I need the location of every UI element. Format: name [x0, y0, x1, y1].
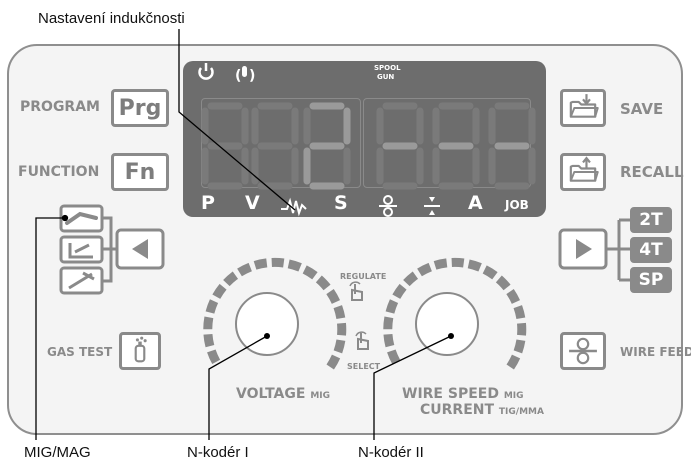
current-label: CURRENT TIG/MMA: [420, 402, 544, 418]
digit-4-dash: [380, 106, 420, 186]
current-text: CURRENT: [420, 402, 495, 418]
inductance-icon: [281, 197, 307, 217]
wire-speed-text: WIRE SPEED: [402, 386, 499, 402]
torch-mode-group: [59, 204, 117, 295]
select-hand-icon: [355, 331, 369, 350]
wire-speed-mode-text: MIG: [503, 391, 524, 401]
regulate-hand-icon: [349, 281, 363, 301]
voltage-label: VOLTAGE MIG: [236, 386, 330, 402]
digit-1-unlit: [205, 106, 245, 186]
regulate-label: REGULATE: [340, 272, 387, 281]
svg-text:(: (: [235, 68, 241, 84]
digit-2-unlit: [255, 106, 295, 186]
power-icon: [198, 63, 214, 80]
wire-feed-indicator-icon: [379, 195, 397, 217]
panel-graphics: ( ): [35, 29, 630, 440]
current-mode-text: TIG/MMA: [498, 407, 544, 417]
arrow-right-button[interactable]: [558, 228, 608, 270]
voltage-text: VOLTAGE: [236, 386, 306, 402]
thermal-icon: ( ): [235, 66, 255, 84]
leader-lines: [35, 29, 452, 440]
arrow-left-button[interactable]: [115, 228, 165, 270]
digit-3-value-2: [303, 102, 351, 190]
digit-6-dash: [492, 106, 532, 186]
select-label: SELECT: [347, 362, 381, 371]
digit-5-dash: [436, 106, 476, 186]
gap-indicator-icon: [424, 197, 440, 215]
voltage-mode-text: MIG: [310, 391, 331, 401]
wire-speed-encoder-knob[interactable]: [415, 292, 479, 356]
voltage-encoder-knob[interactable]: [235, 292, 299, 356]
svg-text:): ): [249, 68, 255, 84]
wire-speed-label: WIRE SPEED MIG: [402, 386, 524, 402]
